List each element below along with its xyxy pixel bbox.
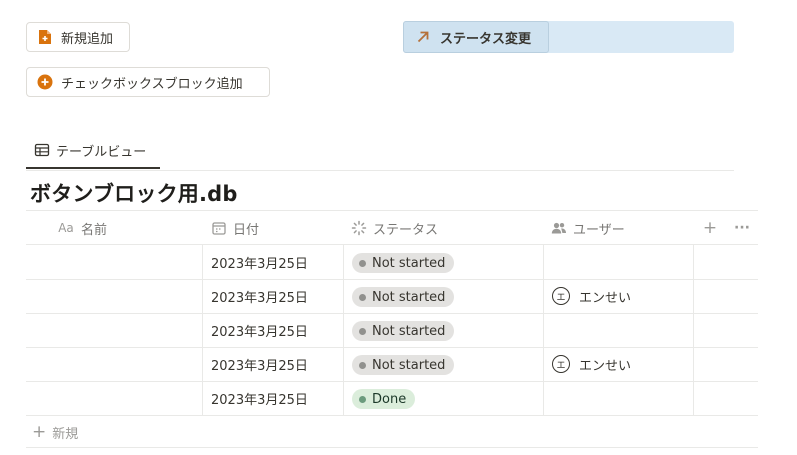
add-row-label: 新規 xyxy=(52,426,79,442)
add-row-button[interactable]: + 新規 xyxy=(32,421,78,443)
status-badge[interactable]: Not started xyxy=(352,355,455,375)
view-tab-bar: テーブルビュー xyxy=(26,133,734,171)
status-dot-icon xyxy=(359,395,366,403)
status-badge-label: Not started xyxy=(372,323,446,339)
add-circle-icon xyxy=(37,74,53,90)
avatar: エ xyxy=(552,287,570,305)
column-divider xyxy=(343,245,344,415)
status-dot-icon xyxy=(359,361,366,369)
column-header-status[interactable]: ステータス xyxy=(351,217,438,239)
header-top-divider xyxy=(26,210,758,211)
avatar: エ xyxy=(552,355,570,373)
column-header-user-label: ユーザー xyxy=(573,222,625,238)
row-divider xyxy=(26,381,758,382)
column-header-name[interactable]: Aa 名前 xyxy=(57,217,107,239)
date-cell[interactable]: 2023年3月25日 xyxy=(211,387,308,409)
date-cell[interactable]: 2023年3月25日 xyxy=(211,353,308,375)
status-badge-label: Not started xyxy=(372,289,446,305)
column-header-status-label: ステータス xyxy=(373,222,439,238)
user-name: エンせい xyxy=(579,358,632,374)
status-badge-label: Done xyxy=(372,391,407,407)
column-divider xyxy=(543,245,544,415)
more-options-button[interactable]: ··· xyxy=(732,217,752,239)
new-entry-label: 新規追加 xyxy=(61,31,114,47)
status-dot-icon xyxy=(359,327,366,335)
tab-table-view[interactable]: テーブルビュー xyxy=(26,133,160,169)
plus-icon: + xyxy=(32,421,47,442)
row-divider xyxy=(26,347,758,348)
tab-table-view-label: テーブルビュー xyxy=(56,144,147,160)
table-icon xyxy=(34,142,50,158)
status-badge-label: Not started xyxy=(372,357,446,373)
user-cell[interactable]: エ エンせい xyxy=(552,353,631,375)
status-dot-icon xyxy=(359,293,366,301)
column-header-date[interactable]: 日付 xyxy=(211,217,259,239)
column-divider xyxy=(202,245,203,415)
text-aa-icon: Aa xyxy=(58,221,74,235)
people-icon xyxy=(551,220,567,236)
new-page-icon xyxy=(37,29,53,45)
date-cell[interactable]: 2023年3月25日 xyxy=(211,251,308,273)
new-entry-button[interactable]: 新規追加 xyxy=(26,22,130,52)
change-status-button[interactable]: ステータス変更 xyxy=(403,21,549,53)
status-spinner-icon xyxy=(351,220,367,236)
status-badge[interactable]: Done xyxy=(352,389,416,409)
status-badge[interactable]: Not started xyxy=(352,321,455,341)
row-divider xyxy=(26,279,758,280)
column-header-name-label: 名前 xyxy=(81,222,108,238)
column-header-user[interactable]: ユーザー xyxy=(551,217,625,239)
add-checkbox-block-button[interactable]: チェックボックスブロック追加 xyxy=(26,67,270,97)
status-badge-label: Not started xyxy=(372,255,446,271)
row-divider xyxy=(26,415,758,416)
database-title[interactable]: ボタンブロック用.db xyxy=(30,178,238,208)
calendar-icon xyxy=(211,220,227,236)
row-divider xyxy=(26,244,758,245)
row-divider xyxy=(26,447,758,448)
change-status-label: ステータス変更 xyxy=(440,31,532,47)
add-column-button[interactable]: + xyxy=(700,217,720,239)
status-badge[interactable]: Not started xyxy=(352,253,455,273)
user-name: エンせい xyxy=(579,290,632,306)
user-cell[interactable]: エ エンせい xyxy=(552,285,631,307)
arrow-up-right-icon xyxy=(415,29,431,45)
status-dot-icon xyxy=(359,259,366,267)
date-cell[interactable]: 2023年3月25日 xyxy=(211,285,308,307)
add-checkbox-block-label: チェックボックスブロック追加 xyxy=(61,76,243,92)
row-divider xyxy=(26,313,758,314)
status-badge[interactable]: Not started xyxy=(352,287,455,307)
column-divider xyxy=(693,245,694,415)
column-header-date-label: 日付 xyxy=(233,222,260,238)
date-cell[interactable]: 2023年3月25日 xyxy=(211,319,308,341)
